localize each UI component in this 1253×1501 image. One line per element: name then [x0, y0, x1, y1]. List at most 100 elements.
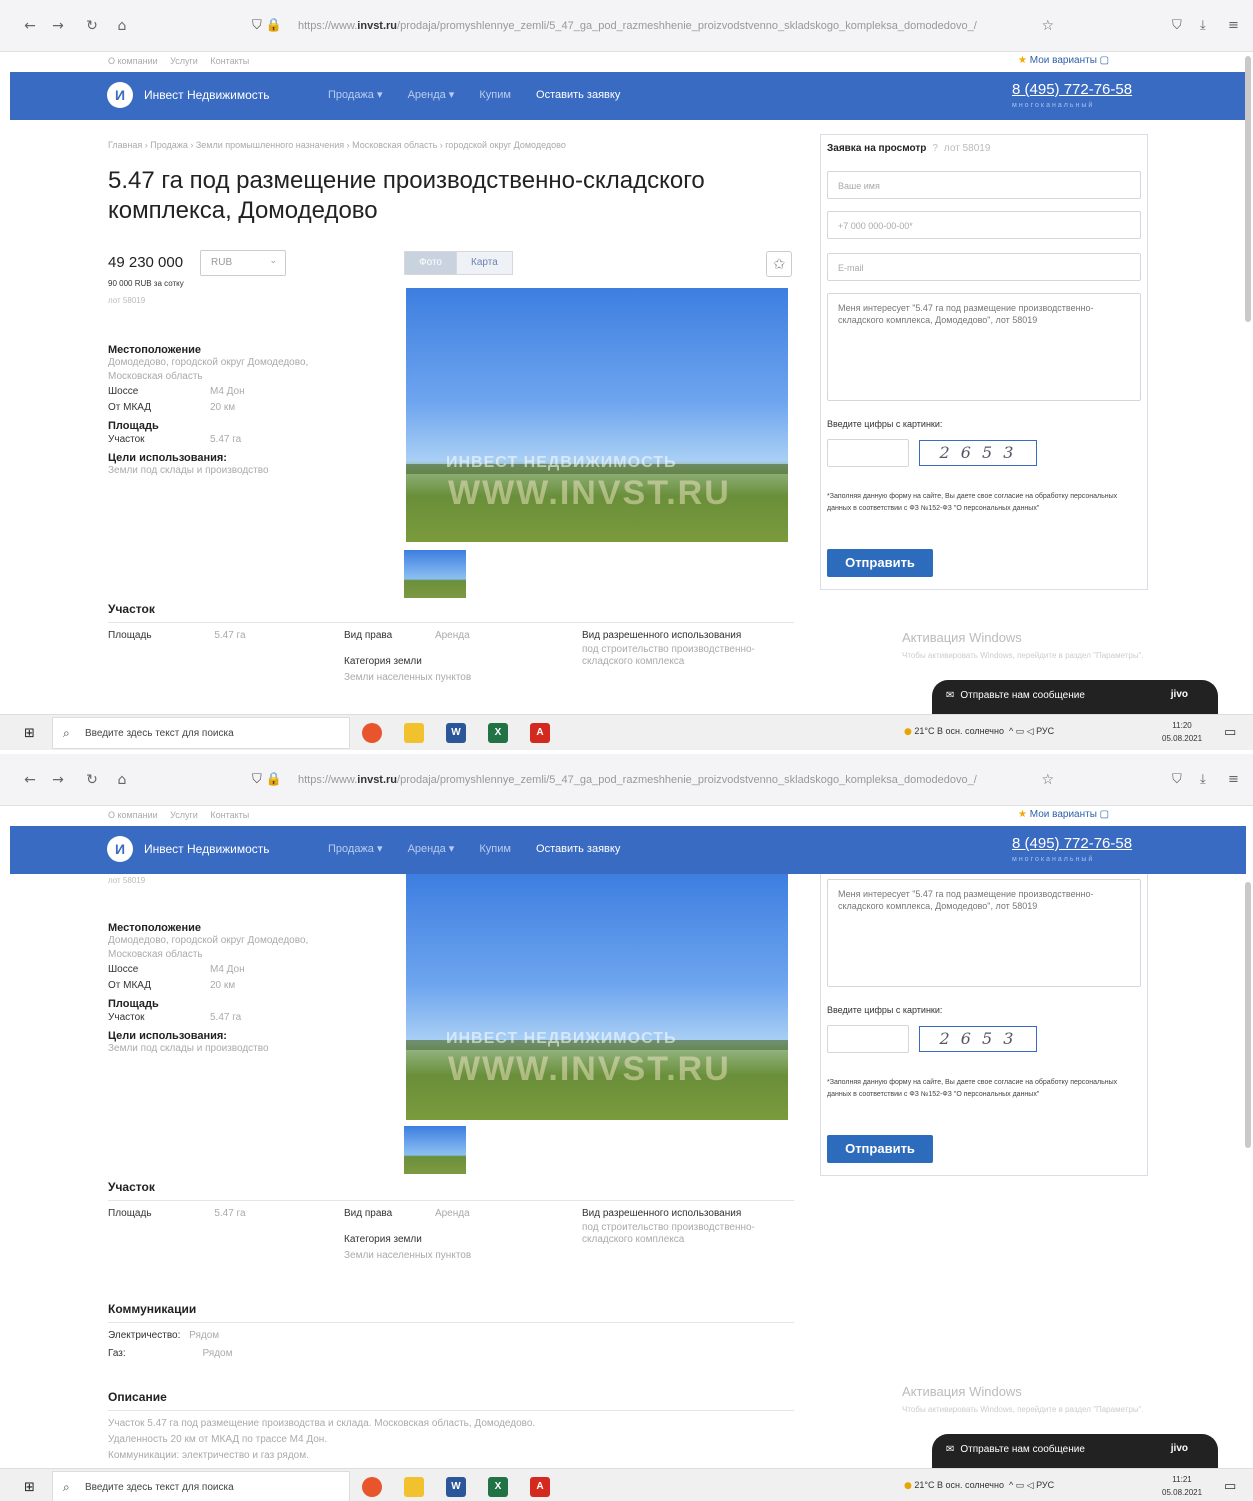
reload-icon[interactable]: ↻: [84, 18, 100, 34]
shield-lock-icon: ⛉ 🔒: [252, 772, 283, 787]
photo-thumbnail[interactable]: [404, 550, 466, 598]
firefox-icon[interactable]: [362, 1477, 382, 1497]
link-services[interactable]: Услуги: [170, 56, 198, 66]
url-text: https://www.invst.ru/prodaja/promyshlenn…: [298, 774, 977, 786]
scrollbar[interactable]: [1245, 882, 1251, 1148]
excel-icon[interactable]: X: [488, 723, 508, 743]
plot-area-cell: Площадь 5.47 га: [108, 630, 246, 641]
chat-widget[interactable]: ✉ Отправьте нам сообщение jivo: [932, 680, 1218, 714]
phone-field[interactable]: +7 000 000-00-00*: [827, 211, 1141, 239]
scrollbar[interactable]: [1245, 56, 1251, 322]
page-content: лот 58019 Местоположение Домодедово, гор…: [0, 874, 1253, 1468]
nav-buy[interactable]: Купим: [479, 843, 511, 855]
captcha-input[interactable]: [827, 1025, 909, 1053]
submit-button[interactable]: Отправить: [827, 549, 933, 577]
name-field[interactable]: Ваше имя: [827, 171, 1141, 199]
submit-button[interactable]: Отправить: [827, 1135, 933, 1163]
nav-leave-request[interactable]: Оставить заявку: [536, 89, 620, 101]
nav-buy[interactable]: Купим: [479, 89, 511, 101]
nav-sale[interactable]: Продажа ▾: [328, 843, 383, 855]
logo-icon[interactable]: И: [107, 836, 133, 862]
bookmark-star-icon[interactable]: ☆: [1041, 772, 1054, 788]
phone-number[interactable]: 8 (495) 772-76-58: [1012, 81, 1132, 98]
notification-icon[interactable]: ▭: [1224, 1479, 1236, 1494]
listing-photo[interactable]: ИНВЕСТ НЕДВИЖИМОСТЬ WWW.INVST.RU: [406, 874, 788, 1120]
pdf-icon[interactable]: A: [530, 1477, 550, 1497]
download-icon[interactable]: ⤓: [1200, 18, 1206, 33]
bookmark-star-icon[interactable]: ☆: [1041, 18, 1054, 34]
tab-photo[interactable]: Фото: [404, 251, 457, 275]
chat-brand: jivo: [1170, 1443, 1188, 1454]
currency-select[interactable]: RUB ⌄: [200, 250, 286, 276]
viewing-request-form: Меня интересует "5.47 га под размещение …: [820, 874, 1148, 1176]
message-textarea[interactable]: Меня интересует "5.47 га под размещение …: [827, 293, 1141, 401]
pocket-icon[interactable]: ⛉: [1172, 18, 1182, 33]
add-favorite-star-icon[interactable]: ✩: [766, 251, 792, 277]
area-heading: Площадь: [108, 998, 159, 1010]
url-text: https://www.invst.ru/prodaja/promyshlenn…: [298, 20, 977, 32]
message-textarea[interactable]: Меня интересует "5.47 га под размещение …: [827, 879, 1141, 987]
address-bar[interactable]: ⛉ 🔒 https://www.invst.ru/prodaja/promysh…: [240, 14, 1060, 40]
folder-icon[interactable]: [404, 723, 424, 743]
favorites-link[interactable]: ★ Мои варианты ▢: [1018, 809, 1109, 820]
tab-map[interactable]: Карта: [456, 251, 513, 275]
screenshot-1: ← → ↻ ⌂ ⛉ 🔒 https://www.invst.ru/prodaja…: [0, 0, 1253, 750]
nav-sale[interactable]: Продажа ▾: [328, 89, 383, 101]
windows-start-icon[interactable]: ⊞: [24, 726, 35, 741]
listing-photo[interactable]: ИНВЕСТ НЕДВИЖИМОСТЬ WWW.INVST.RU: [406, 288, 788, 542]
word-icon[interactable]: W: [446, 723, 466, 743]
email-field[interactable]: E-mail: [827, 253, 1141, 281]
taskbar-search[interactable]: ⌕ Введите здесь текст для поиска: [52, 717, 350, 749]
brand-name[interactable]: Инвест Недвижимость: [144, 88, 270, 102]
menu-icon[interactable]: ≡: [1228, 772, 1239, 787]
link-about[interactable]: О компании: [108, 56, 158, 66]
menu-icon[interactable]: ≡: [1228, 18, 1239, 33]
clock[interactable]: 11:21 05.08.2021: [1162, 1473, 1202, 1499]
address-bar[interactable]: ⛉ 🔒 https://www.invst.ru/prodaja/promysh…: [240, 768, 1060, 794]
link-contacts[interactable]: Контакты: [210, 810, 249, 820]
home-icon[interactable]: ⌂: [114, 18, 130, 34]
back-icon[interactable]: ←: [22, 18, 38, 34]
weather-icon: ●: [904, 1481, 912, 1491]
pdf-icon[interactable]: A: [530, 723, 550, 743]
brand-name[interactable]: Инвест Недвижимость: [144, 842, 270, 856]
nav-leave-request[interactable]: Оставить заявку: [536, 843, 620, 855]
consent-text: *Заполняя данную форму на сайте, Вы дает…: [827, 1079, 1118, 1098]
chat-widget[interactable]: ✉ Отправьте нам сообщение jivo: [932, 1434, 1218, 1468]
taskbar-search[interactable]: ⌕ Введите здесь текст для поиска: [52, 1471, 350, 1501]
location-heading: Местоположение: [108, 922, 202, 934]
breadcrumb[interactable]: Главная › Продажа › Земли промышленного …: [108, 140, 566, 150]
forward-icon[interactable]: →: [50, 772, 66, 788]
top-links-bar: О компании Услуги Контакты ★ Мои вариант…: [0, 52, 1253, 72]
link-about[interactable]: О компании: [108, 810, 158, 820]
photo-thumbnail[interactable]: [404, 1126, 466, 1174]
link-services[interactable]: Услуги: [170, 810, 198, 820]
word-icon[interactable]: W: [446, 1477, 466, 1497]
windows-start-icon[interactable]: ⊞: [24, 1480, 35, 1495]
captcha-image: 2 6 5 3: [919, 1026, 1037, 1052]
help-icon[interactable]: ?: [932, 143, 938, 154]
nav-rent[interactable]: Аренда ▾: [408, 843, 455, 855]
pocket-icon[interactable]: ⛉: [1172, 772, 1182, 787]
shield-lock-icon: ⛉ 🔒: [252, 18, 283, 33]
home-icon[interactable]: ⌂: [114, 772, 130, 788]
favorites-link[interactable]: ★ Мои варианты ▢: [1018, 55, 1109, 66]
logo-icon[interactable]: И: [107, 82, 133, 108]
link-contacts[interactable]: Контакты: [210, 56, 249, 66]
notification-icon[interactable]: ▭: [1224, 725, 1236, 740]
firefox-icon[interactable]: [362, 723, 382, 743]
phone-number[interactable]: 8 (495) 772-76-58: [1012, 835, 1132, 852]
reload-icon[interactable]: ↻: [84, 772, 100, 788]
clock[interactable]: 11:20 05.08.2021: [1162, 719, 1202, 745]
forward-icon[interactable]: →: [50, 18, 66, 34]
download-icon[interactable]: ⤓: [1200, 772, 1206, 787]
folder-icon[interactable]: [404, 1477, 424, 1497]
excel-icon[interactable]: X: [488, 1477, 508, 1497]
nav-rent[interactable]: Аренда ▾: [408, 89, 455, 101]
captcha-input[interactable]: [827, 439, 909, 467]
price-per-acre: 90 000 RUB за сотку: [108, 279, 184, 288]
main-nav: Продажа ▾ Аренда ▾ Купим Оставить заявку: [328, 842, 642, 855]
back-icon[interactable]: ←: [22, 772, 38, 788]
captcha-image: 2 6 5 3: [919, 440, 1037, 466]
highway-row: Шоссе М4 Дон: [108, 964, 245, 975]
